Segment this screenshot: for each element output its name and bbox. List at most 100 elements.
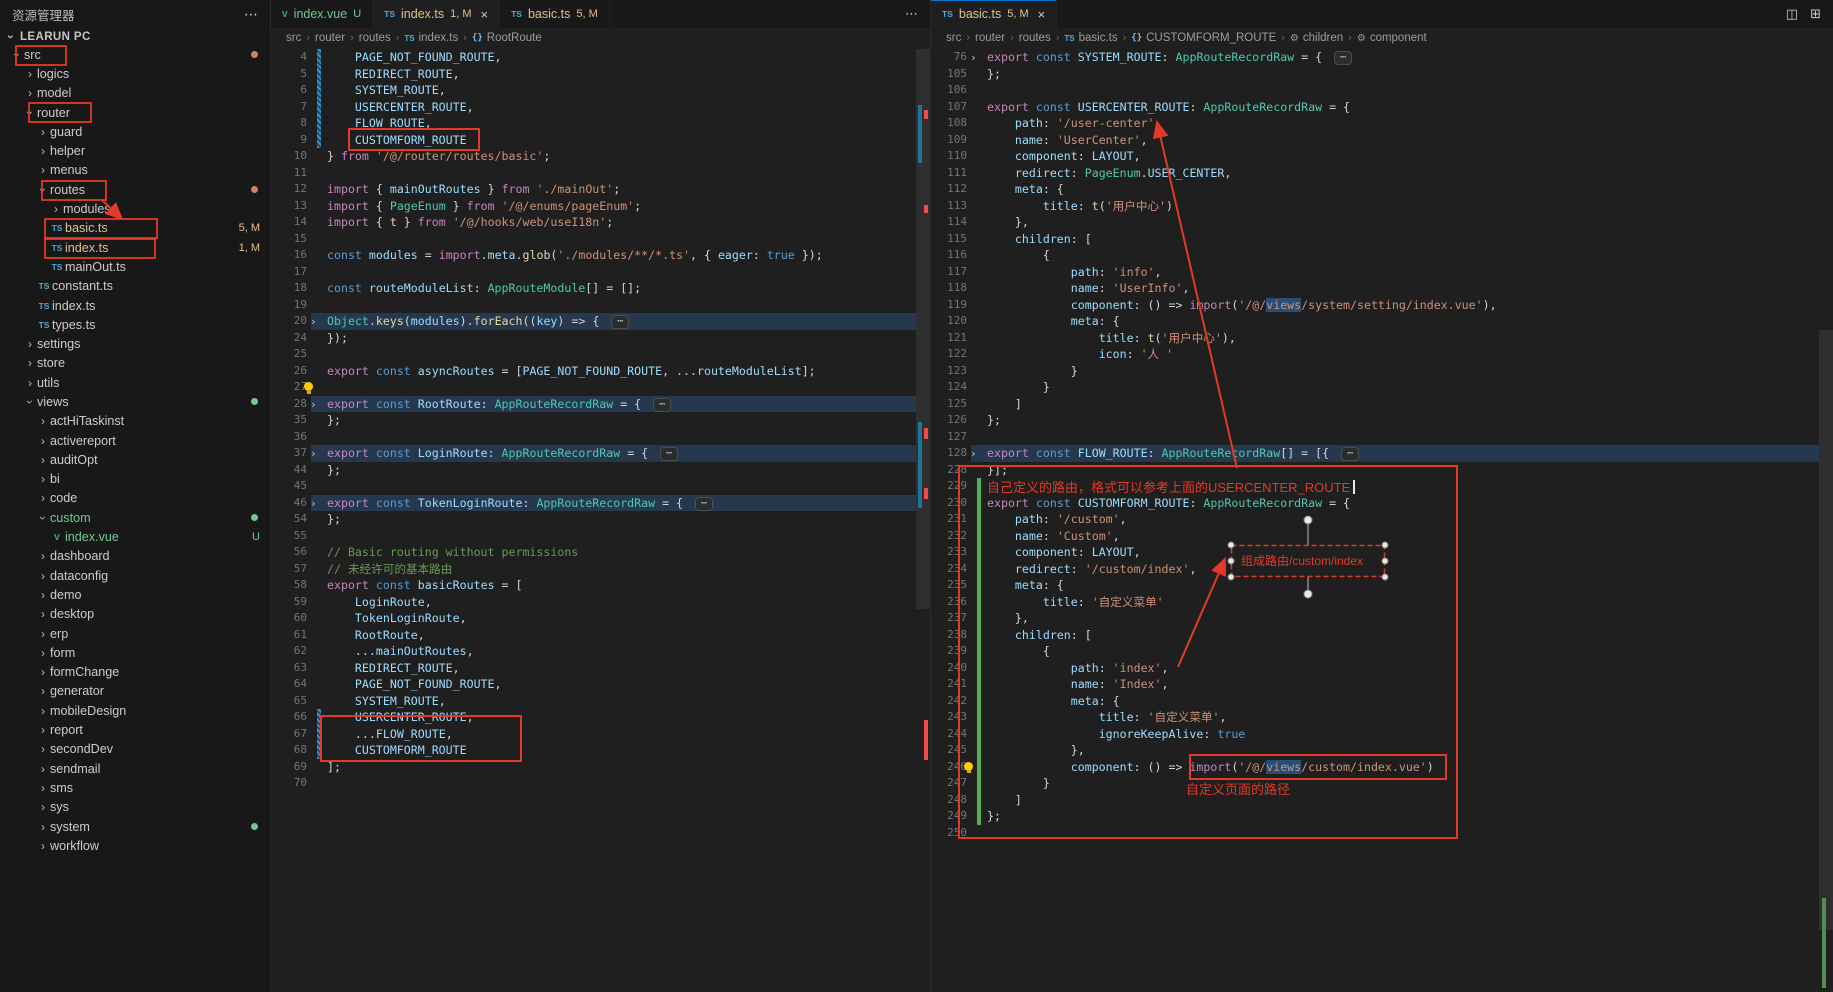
tree-item-desktop[interactable]: ›desktop xyxy=(0,605,270,624)
line-number[interactable]: 232 xyxy=(931,528,967,545)
code-line-244[interactable]: 244 ignoreKeepAlive: true xyxy=(931,726,1819,743)
code-line-17[interactable]: 17 xyxy=(271,264,916,281)
line-number[interactable]: 28 xyxy=(271,396,307,413)
tree-item-actHiTaskinst[interactable]: ›actHiTaskinst xyxy=(0,412,270,431)
line-number[interactable]: 117 xyxy=(931,264,967,281)
project-root-row[interactable]: › LEARUN PC xyxy=(0,28,270,45)
tree-item-settings[interactable]: ›settings xyxy=(0,334,270,353)
code-line-242[interactable]: 242 meta: { xyxy=(931,693,1819,710)
code-line-67[interactable]: 67 ...FLOW_ROUTE, xyxy=(271,726,916,743)
breadcrumb-item-src[interactable]: src xyxy=(946,32,961,44)
code-line-35[interactable]: 35}; xyxy=(271,412,916,429)
code-line-233[interactable]: 233 component: LAYOUT, xyxy=(931,544,1819,561)
line-number[interactable]: 66 xyxy=(271,709,307,726)
code-line-8[interactable]: 8 FLOW_ROUTE, xyxy=(271,115,916,132)
line-number[interactable]: 6 xyxy=(271,82,307,99)
code-line-9[interactable]: 9 CUSTOMFORM_ROUTE xyxy=(271,132,916,149)
line-number[interactable]: 246 xyxy=(931,759,967,776)
line-number[interactable]: 247 xyxy=(931,775,967,792)
code-line-107[interactable]: 107export const USERCENTER_ROUTE: AppRou… xyxy=(931,99,1819,116)
line-number[interactable]: 26 xyxy=(271,363,307,380)
fold-chevron-right-icon[interactable]: › xyxy=(310,446,317,463)
line-number[interactable]: 70 xyxy=(271,775,307,792)
code-line-60[interactable]: 60 TokenLoginRoute, xyxy=(271,610,916,627)
code-line-70[interactable]: 70 xyxy=(271,775,916,792)
line-number[interactable]: 4 xyxy=(271,49,307,66)
line-number[interactable]: 65 xyxy=(271,693,307,710)
code-line-19[interactable]: 19 xyxy=(271,297,916,314)
line-number[interactable]: 124 xyxy=(931,379,967,396)
tree-item-sms[interactable]: ›sms xyxy=(0,778,270,797)
line-number[interactable]: 244 xyxy=(931,726,967,743)
tree-item-constant.ts[interactable]: TSconstant.ts xyxy=(0,277,270,296)
code-line-237[interactable]: 237 }, xyxy=(931,610,1819,627)
tree-item-mobileDesign[interactable]: ›mobileDesign xyxy=(0,701,270,720)
fold-chevron-right-icon[interactable]: › xyxy=(970,50,977,67)
line-number[interactable]: 236 xyxy=(931,594,967,611)
code-line-230[interactable]: 230export const CUSTOMFORM_ROUTE: AppRou… xyxy=(931,495,1819,512)
line-number[interactable]: 127 xyxy=(931,429,967,446)
tree-item-sys[interactable]: ›sys xyxy=(0,798,270,817)
breadcrumb-item-children[interactable]: children xyxy=(1303,32,1343,44)
overview-ruler-left[interactable] xyxy=(916,48,930,992)
line-number[interactable]: 237 xyxy=(931,610,967,627)
tree-item-secondDev[interactable]: ›secondDev xyxy=(0,740,270,759)
code-line-57[interactable]: 57// 未经许可的基本路由 xyxy=(271,561,916,578)
tab-index.vue[interactable]: Vindex.vueU xyxy=(271,0,373,28)
breadcrumb-item-routes[interactable]: routes xyxy=(1019,32,1051,44)
tree-item-code[interactable]: ›code xyxy=(0,489,270,508)
code-line-64[interactable]: 64 PAGE_NOT_FOUND_ROUTE, xyxy=(271,676,916,693)
tree-item-guard[interactable]: ›guard xyxy=(0,122,270,141)
line-number[interactable]: 44 xyxy=(271,462,307,479)
line-number[interactable]: 12 xyxy=(271,181,307,198)
line-number[interactable]: 231 xyxy=(931,511,967,528)
code-line-62[interactable]: 62 ...mainOutRoutes, xyxy=(271,643,916,660)
breadcrumb-item-index.ts[interactable]: index.ts xyxy=(419,32,459,44)
tab-index.ts[interactable]: TSindex.ts1, M× xyxy=(373,0,500,28)
line-number[interactable]: 105 xyxy=(931,66,967,83)
split-editor-icon[interactable]: ◫ xyxy=(1786,6,1798,22)
line-number[interactable]: 9 xyxy=(271,132,307,149)
code-line-56[interactable]: 56// Basic routing without permissions xyxy=(271,544,916,561)
code-line-36[interactable]: 36 xyxy=(271,429,916,446)
breadcrumb-item-basic.ts[interactable]: basic.ts xyxy=(1079,32,1118,44)
breadcrumb-item-router[interactable]: router xyxy=(975,32,1005,44)
line-number[interactable]: 60 xyxy=(271,610,307,627)
line-number[interactable]: 57 xyxy=(271,561,307,578)
code-line-122[interactable]: 122 icon: '人 ' xyxy=(931,346,1819,363)
line-number[interactable]: 62 xyxy=(271,643,307,660)
line-number[interactable]: 118 xyxy=(931,280,967,297)
code-line-28[interactable]: 28›export const RootRoute: AppRouteRecor… xyxy=(271,396,916,413)
code-line-18[interactable]: 18const routeModuleList: AppRouteModule[… xyxy=(271,280,916,297)
code-line-65[interactable]: 65 SYSTEM_ROUTE, xyxy=(271,693,916,710)
tree-item-basic.ts[interactable]: TSbasic.ts5, M xyxy=(0,219,270,238)
tree-item-index.ts[interactable]: TSindex.ts xyxy=(0,296,270,315)
line-number[interactable]: 35 xyxy=(271,412,307,429)
code-line-58[interactable]: 58export const basicRoutes = [ xyxy=(271,577,916,594)
line-number[interactable]: 59 xyxy=(271,594,307,611)
code-line-243[interactable]: 243 title: '自定义菜单', xyxy=(931,709,1819,726)
tree-item-generator[interactable]: ›generator xyxy=(0,682,270,701)
tree-item-routes[interactable]: ›routes xyxy=(0,180,270,199)
line-number[interactable]: 36 xyxy=(271,429,307,446)
code-line-248[interactable]: 248 ] xyxy=(931,792,1819,809)
line-number[interactable]: 55 xyxy=(271,528,307,545)
code-line-119[interactable]: 119 component: () => import('/@/views/sy… xyxy=(931,297,1819,314)
line-number[interactable]: 25 xyxy=(271,346,307,363)
line-number[interactable]: 61 xyxy=(271,627,307,644)
code-line-108[interactable]: 108 path: '/user-center', xyxy=(931,115,1819,132)
fold-chevron-right-icon[interactable]: › xyxy=(310,397,317,414)
line-number[interactable]: 109 xyxy=(931,132,967,149)
line-number[interactable]: 234 xyxy=(931,561,967,578)
line-number[interactable]: 46 xyxy=(271,495,307,512)
tree-item-menus[interactable]: ›menus xyxy=(0,161,270,180)
tree-item-bi[interactable]: ›bi xyxy=(0,470,270,489)
line-number[interactable]: 27 xyxy=(271,379,307,396)
line-number[interactable]: 8 xyxy=(271,115,307,132)
code-line-63[interactable]: 63 REDIRECT_ROUTE, xyxy=(271,660,916,677)
line-number[interactable]: 245 xyxy=(931,742,967,759)
code-line-37[interactable]: 37›export const LoginRoute: AppRouteReco… xyxy=(271,445,916,462)
line-number[interactable]: 238 xyxy=(931,627,967,644)
line-number[interactable]: 229 xyxy=(931,478,967,495)
breadcrumb-item-component[interactable]: component xyxy=(1370,32,1427,44)
